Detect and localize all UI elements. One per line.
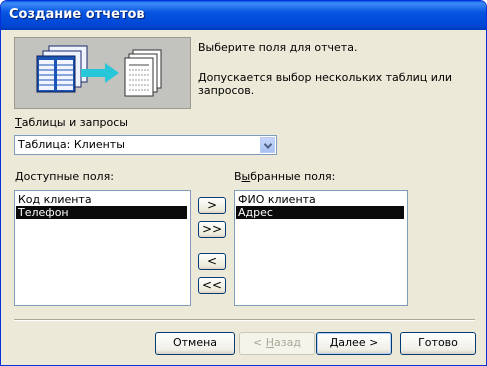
selected-fields-label: Выбранные поля:: [234, 170, 335, 183]
selected-fields-list[interactable]: ФИО клиента Адрес: [234, 190, 408, 306]
available-fields-list[interactable]: Код клиента Телефон: [14, 190, 191, 306]
instruction-text: Выберите поля для отчета.: [198, 41, 358, 54]
selected-label-pre: В: [234, 170, 242, 183]
footer-divider: [14, 319, 475, 321]
dropdown-selected-value: Таблица: Клиенты: [18, 138, 125, 151]
back-label-pre: <: [253, 336, 266, 349]
tables-label-mnemonic: Т: [15, 116, 22, 129]
tables-queries-dropdown[interactable]: Таблица: Клиенты: [14, 135, 277, 155]
list-item-client-code[interactable]: Код клиента: [16, 193, 187, 206]
hint-text: Допускается выбор нескольких таблиц или …: [198, 71, 453, 97]
next-label-mnemonic: Д: [329, 336, 339, 349]
tables-queries-label: Таблицы и запросы: [15, 116, 128, 129]
chevron-down-icon: [264, 143, 272, 149]
title-bar[interactable]: Создание отчетов: [1, 1, 486, 30]
dialog-body: Выберите поля для отчета. Допускается вы…: [4, 30, 483, 362]
list-item-client-name[interactable]: ФИО клиента: [236, 193, 404, 206]
add-all-fields-button[interactable]: >>: [198, 221, 226, 238]
selected-label-mnemonic: ы: [241, 170, 251, 183]
next-button[interactable]: Далее >: [316, 332, 392, 355]
back-label-rest: азад: [274, 336, 301, 349]
dropdown-toggle-button[interactable]: [260, 137, 275, 153]
available-fields-label: Доступные поля:: [15, 170, 114, 183]
window-title: Создание отчетов: [9, 7, 145, 22]
next-label-rest: алее >: [338, 336, 379, 349]
tables-label-rest: аблицы и запросы: [21, 116, 128, 129]
selected-label-rest: бранные поля:: [250, 170, 336, 183]
back-button[interactable]: < Назад: [239, 332, 315, 355]
add-field-button[interactable]: >: [198, 197, 226, 214]
remove-all-fields-button[interactable]: <<: [198, 277, 226, 294]
back-label-mnemonic: Н: [265, 336, 275, 349]
cancel-button[interactable]: Отмена: [155, 332, 235, 355]
available-label-rest: оступные поля:: [23, 170, 114, 183]
report-wizard-window: Создание отчетов Выберите поля для отчет…: [0, 0, 487, 366]
available-label-mnemonic: Д: [15, 170, 24, 183]
tables-to-report-illustration: [14, 37, 191, 109]
list-item-address[interactable]: Адрес: [236, 206, 404, 219]
finish-button[interactable]: Готово: [400, 332, 476, 355]
remove-field-button[interactable]: <: [198, 253, 226, 270]
list-item-phone[interactable]: Телефон: [16, 206, 187, 219]
